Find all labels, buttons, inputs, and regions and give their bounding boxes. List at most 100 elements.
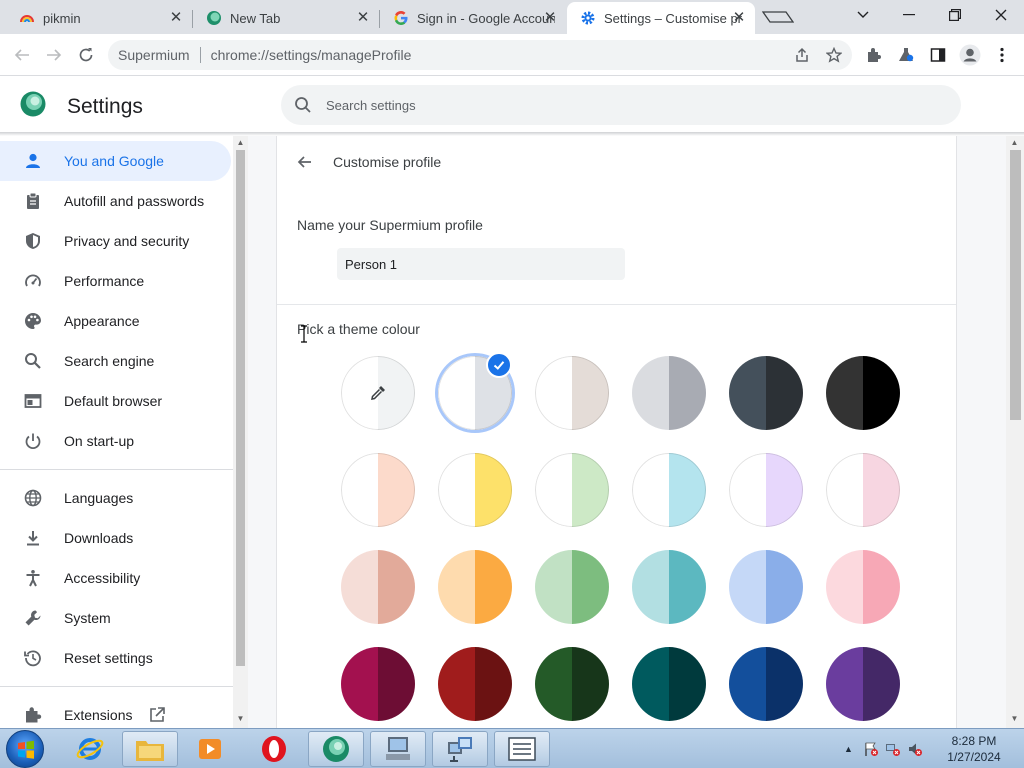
theme-colour-swatch[interactable]: [438, 453, 512, 527]
extensions-puzzle-icon[interactable]: [860, 41, 888, 69]
close-tab-icon[interactable]: ✕: [168, 10, 184, 26]
sidebar-item-reset-settings[interactable]: Reset settings: [0, 638, 231, 678]
sidebar-item-label: Reset settings: [64, 650, 153, 666]
taskbar-internet-explorer[interactable]: [62, 731, 118, 767]
main-scrollbar[interactable]: ▲ ▼: [1006, 136, 1024, 728]
sidebar-item-appearance[interactable]: Appearance: [0, 301, 231, 341]
taskbar-media-player[interactable]: [182, 731, 238, 767]
main-scroll-thumb[interactable]: [1010, 150, 1021, 420]
minimize-icon[interactable]: [886, 0, 932, 30]
theme-colour-swatch[interactable]: [632, 550, 706, 624]
theme-colour-swatch[interactable]: [729, 356, 803, 430]
close-tab-icon[interactable]: ✕: [542, 10, 558, 26]
sidebar-item-performance[interactable]: Performance: [0, 261, 231, 301]
address-bar[interactable]: Supermium chrome://settings/manageProfil…: [108, 40, 852, 70]
clipboard-icon: [27, 192, 39, 209]
theme-colour-swatch[interactable]: [438, 550, 512, 624]
globe-icon: [24, 489, 42, 507]
media-player-icon: [199, 739, 221, 759]
supermium-logo-icon: [20, 91, 46, 117]
theme-colour-swatch[interactable]: [632, 647, 706, 721]
theme-colour-swatch[interactable]: [729, 550, 803, 624]
theme-colour-swatch[interactable]: [632, 453, 706, 527]
text-cursor-icon: [301, 325, 307, 343]
download-icon: [27, 531, 39, 546]
network-status-icon[interactable]: [885, 741, 901, 757]
tray-expand-arrow-icon[interactable]: ▲: [844, 744, 853, 754]
external-link-icon[interactable]: [148, 706, 166, 724]
scroll-up-arrow-icon[interactable]: ▲: [236, 138, 245, 147]
scroll-down-arrow-icon[interactable]: ▼: [1010, 714, 1019, 723]
theme-colour-swatch[interactable]: [632, 356, 706, 430]
sidebar-item-label: You and Google: [64, 153, 164, 169]
taskbar-task-list[interactable]: [494, 731, 550, 767]
sidebar-item-on-startup[interactable]: On start-up: [0, 421, 231, 461]
new-tab-icon[interactable]: [762, 9, 794, 25]
sidebar-item-system[interactable]: System: [0, 598, 231, 638]
windows-logo-icon: [18, 740, 34, 759]
more-menu-icon[interactable]: [988, 41, 1016, 69]
sidebar-item-extensions[interactable]: Extensions: [0, 695, 231, 728]
back-arrow-icon[interactable]: [8, 41, 36, 69]
sidebar-item-accessibility[interactable]: Accessibility: [0, 558, 231, 598]
sidebar-scroll-thumb[interactable]: [236, 150, 245, 666]
sidebar-item-privacy[interactable]: Privacy and security: [0, 221, 231, 261]
sidebar-item-languages[interactable]: Languages: [0, 478, 231, 518]
start-button[interactable]: [6, 730, 44, 768]
theme-colour-swatch[interactable]: [826, 356, 900, 430]
restore-icon[interactable]: [932, 0, 978, 30]
sidebar-item-default-browser[interactable]: Default browser: [0, 381, 231, 421]
taskbar-clock[interactable]: 8:28 PM 1/27/2024: [936, 733, 1012, 765]
theme-colour-swatch[interactable]: [341, 453, 415, 527]
theme-colour-swatch[interactable]: [535, 647, 609, 721]
custom-colour-picker-swatch[interactable]: [341, 356, 415, 430]
tab-search-chevron-icon[interactable]: [840, 0, 886, 30]
profile-avatar-icon[interactable]: [956, 41, 984, 69]
forward-arrow-icon[interactable]: [40, 41, 68, 69]
action-center-flag-icon[interactable]: [863, 741, 879, 757]
taskbar-file-explorer[interactable]: [122, 731, 178, 767]
search-settings-input[interactable]: [326, 97, 926, 113]
back-arrow-icon[interactable]: [295, 152, 315, 172]
tab-google-sign-in[interactable]: Sign in - Google Accounts ✕: [380, 2, 566, 34]
share-icon[interactable]: [790, 43, 814, 67]
reload-icon[interactable]: [72, 41, 100, 69]
search-icon: [25, 353, 41, 369]
tab-pikmin[interactable]: pikmin ✕: [6, 2, 193, 34]
browser-toolbar: Supermium chrome://settings/manageProfil…: [0, 34, 1024, 76]
sidebar-scrollbar[interactable]: ▲ ▼: [233, 136, 248, 728]
sidebar-item-downloads[interactable]: Downloads: [0, 518, 231, 558]
taskbar-opera[interactable]: [246, 731, 302, 767]
close-window-icon[interactable]: [978, 0, 1024, 30]
taskbar-supermium[interactable]: [308, 731, 364, 767]
sidebar-item-autofill[interactable]: Autofill and passwords: [0, 181, 231, 221]
bookmark-star-icon[interactable]: [822, 43, 846, 67]
scroll-down-arrow-icon[interactable]: ▼: [236, 714, 245, 723]
tab-new-tab[interactable]: New Tab ✕: [193, 2, 380, 34]
omnibox-url[interactable]: chrome://settings/manageProfile: [211, 47, 412, 63]
close-tab-icon[interactable]: ✕: [731, 10, 747, 26]
scroll-up-arrow-icon[interactable]: ▲: [1010, 138, 1019, 147]
theme-colour-swatch[interactable]: [535, 356, 609, 430]
profile-name-input[interactable]: [337, 248, 625, 280]
close-tab-icon[interactable]: ✕: [355, 10, 371, 26]
theme-colour-swatch[interactable]: [438, 647, 512, 721]
volume-muted-icon[interactable]: [907, 741, 923, 757]
theme-colour-swatch[interactable]: [341, 647, 415, 721]
theme-colour-swatch[interactable]: [729, 453, 803, 527]
theme-colour-swatch[interactable]: [826, 550, 900, 624]
lab-flask-icon[interactable]: [892, 41, 920, 69]
theme-colour-swatch[interactable]: [535, 550, 609, 624]
taskbar-remote-app[interactable]: [370, 731, 426, 767]
theme-colour-swatch[interactable]: [826, 453, 900, 527]
theme-colour-swatch[interactable]: [729, 647, 803, 721]
theme-colour-swatch[interactable]: [535, 453, 609, 527]
theme-colour-swatch[interactable]: [341, 550, 415, 624]
sidebar-item-search-engine[interactable]: Search engine: [0, 341, 231, 381]
sidebar-item-you-and-google[interactable]: You and Google: [0, 141, 231, 181]
theme-colour-swatch[interactable]: [826, 647, 900, 721]
taskbar-network-app[interactable]: [432, 731, 488, 767]
settings-search-box[interactable]: [281, 85, 961, 125]
side-panel-icon[interactable]: [924, 41, 952, 69]
tab-settings-customise-profile[interactable]: Settings – Customise profile ✕: [567, 2, 755, 34]
